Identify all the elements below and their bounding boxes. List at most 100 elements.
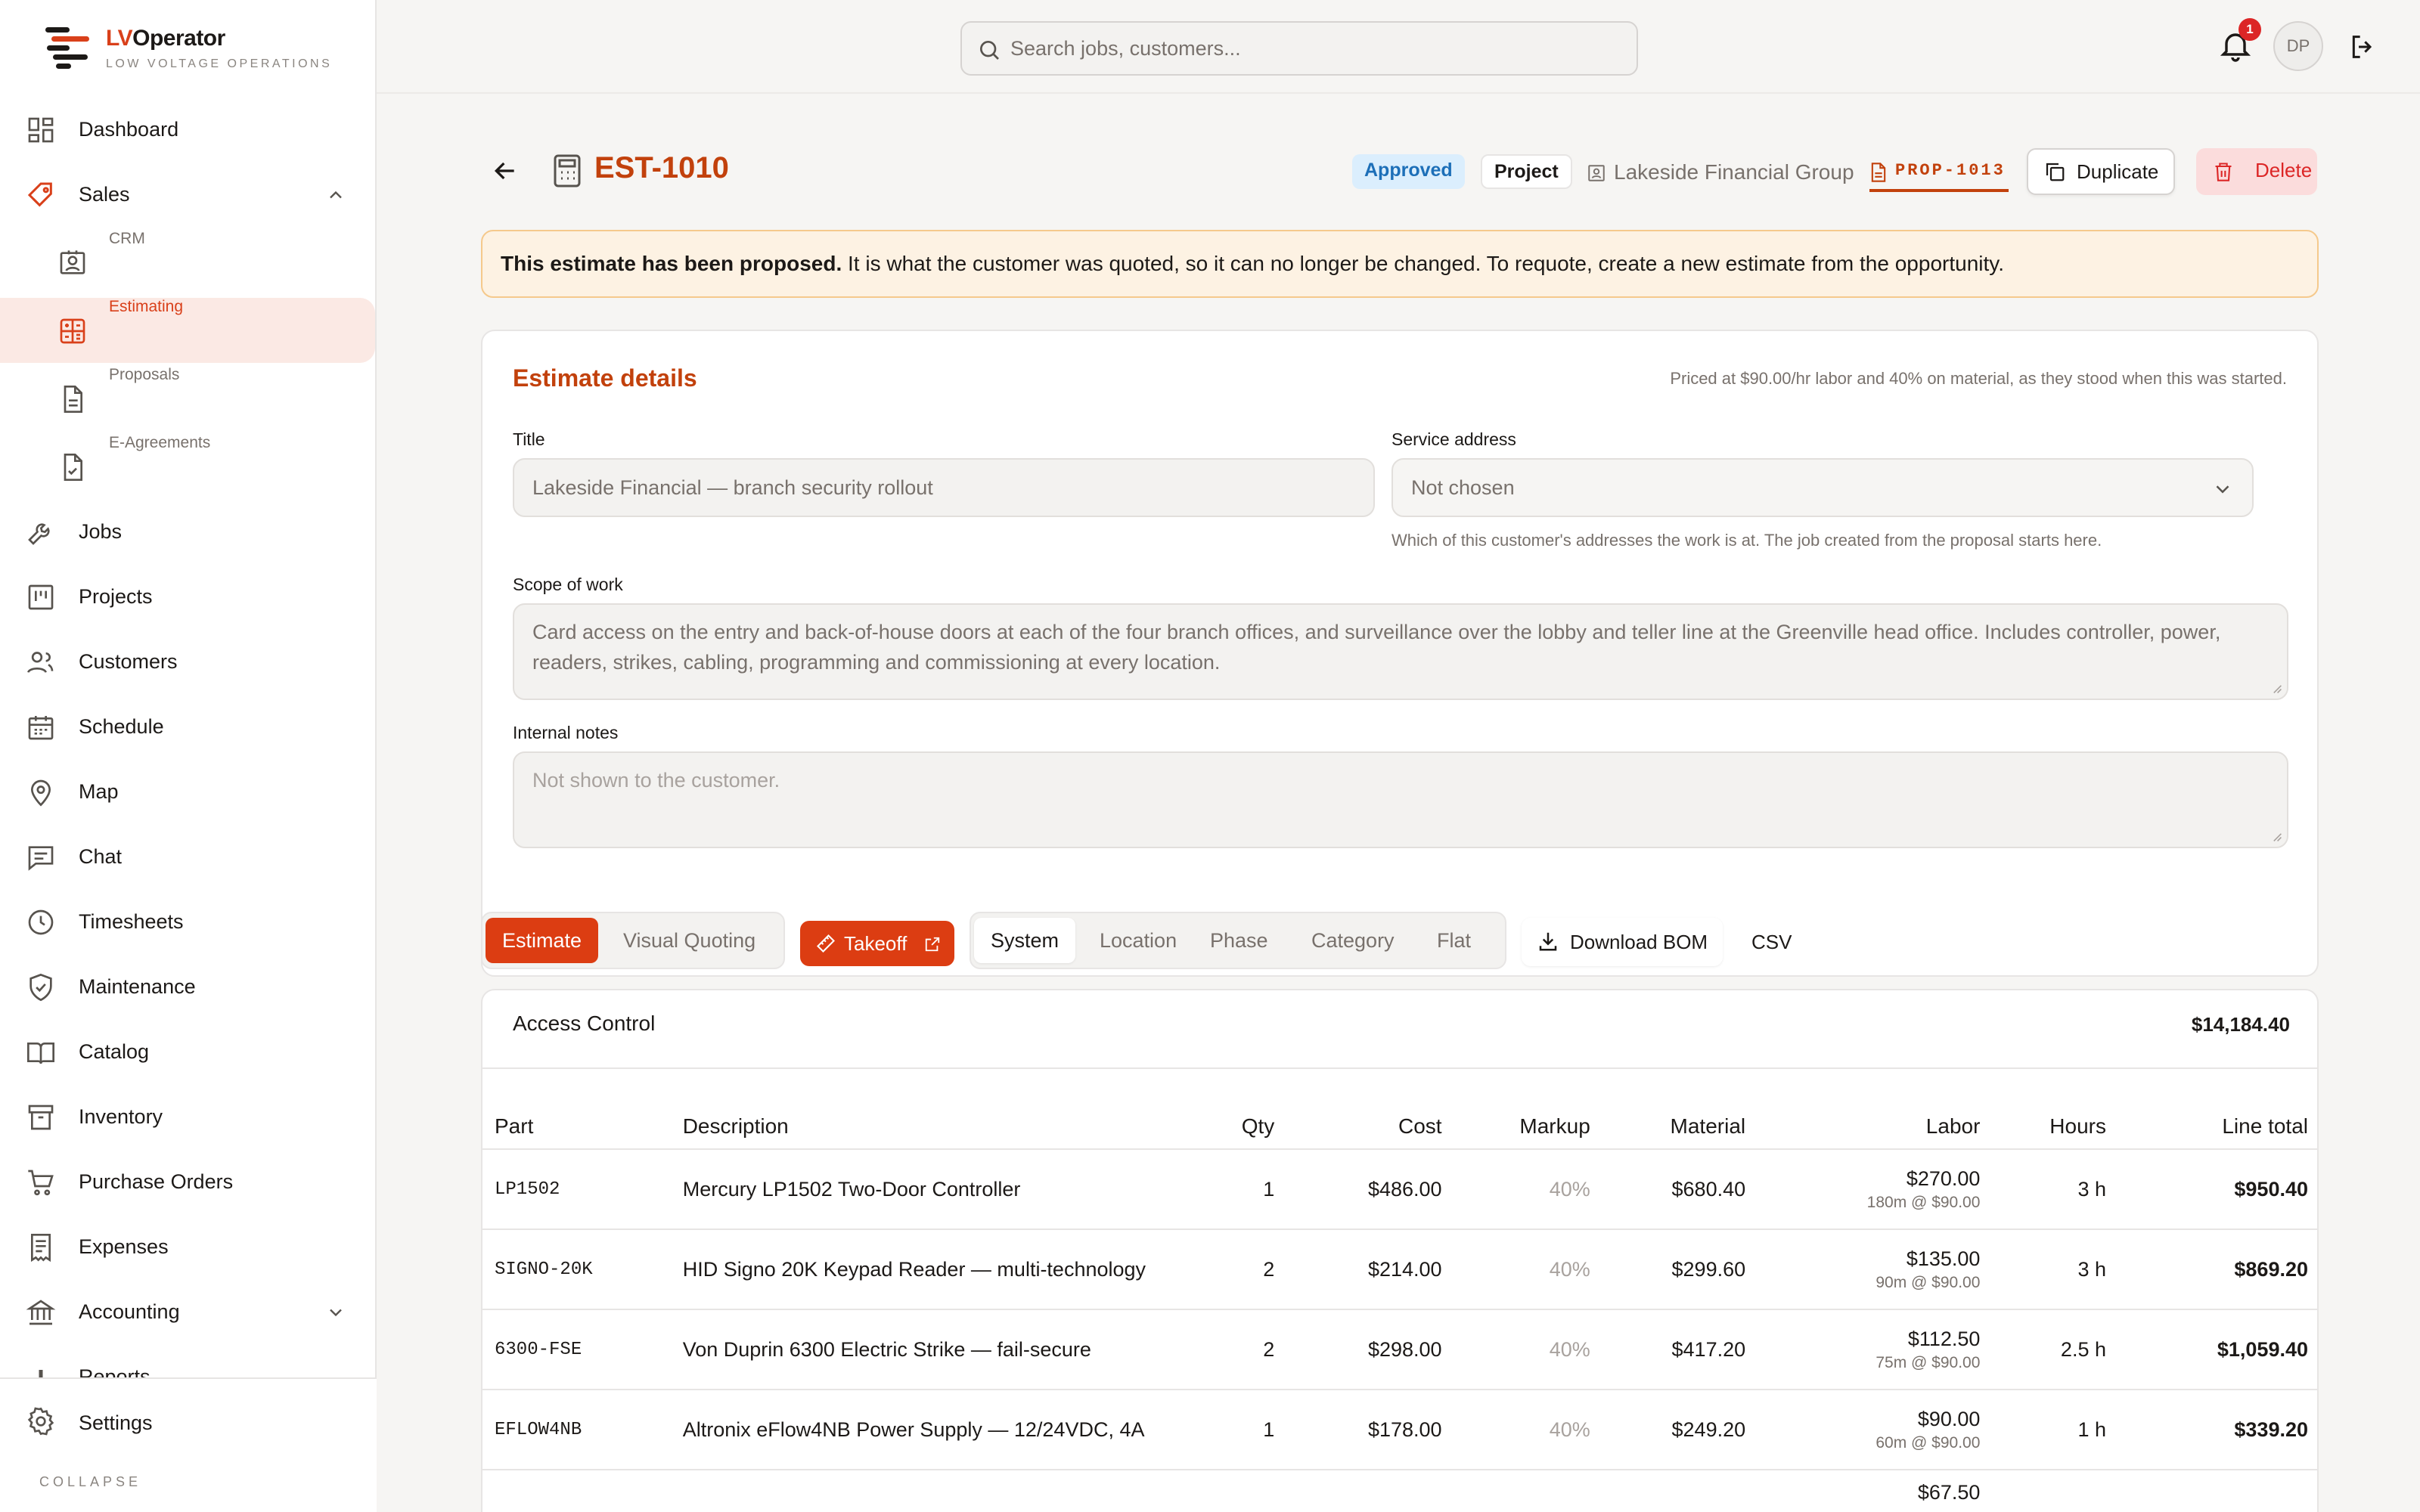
part-cell: EFLOW4NB: [482, 1390, 671, 1470]
tab-phase[interactable]: Phase: [1193, 918, 1285, 963]
tab-visual-quoting[interactable]: Visual Quoting: [607, 918, 772, 963]
chevron-down-icon: [2216, 485, 2229, 494]
csv-button[interactable]: CSV: [1751, 918, 1792, 966]
markup-cell: 40%: [1454, 1309, 1602, 1390]
system-header[interactable]: Access Control $14,184.40: [482, 990, 2317, 1069]
chevron-down-icon[interactable]: [325, 1302, 346, 1323]
internal-notes-textarea[interactable]: Not shown to the customer.: [513, 751, 2288, 848]
sidebar-item-map[interactable]: Map: [0, 759, 377, 824]
sidebar-item-sales[interactable]: Sales: [0, 162, 377, 227]
main-content: EST-1010 Approved Project Lakeside Finan…: [377, 94, 2420, 1512]
sidebar-item-expenses[interactable]: Expenses: [0, 1214, 377, 1279]
search-box[interactable]: [960, 21, 1638, 76]
download-icon: [1539, 932, 1557, 951]
qty-cell: 2: [1198, 1229, 1287, 1310]
logo[interactable]: LVOperator LOW VOLTAGE OPERATIONS: [45, 26, 348, 71]
labor-cell: $135.00 90m @ $90.00: [1758, 1229, 1993, 1310]
markup-cell: 40%: [1454, 1149, 1602, 1230]
proposal-link[interactable]: PROP-1013: [1869, 154, 2009, 192]
sidebar-item-label: Purchase Orders: [79, 1170, 234, 1193]
tab-location[interactable]: Location: [1083, 918, 1193, 963]
resize-grip-icon[interactable]: [2270, 830, 2282, 842]
material-cell: $249.20: [1602, 1390, 1758, 1470]
sidebar-nav: Dashboard Sales CRM Estimating Proposals…: [0, 97, 377, 1409]
download-bom-button[interactable]: Download BOM: [1522, 918, 1723, 966]
resize-grip-icon[interactable]: [2270, 682, 2282, 694]
title-label: Title: [513, 429, 545, 449]
back-arrow-icon[interactable]: [490, 156, 520, 186]
scope-textarea[interactable]: Card access on the entry and back-of-hou…: [513, 603, 2288, 700]
sidebar-item-accounting[interactable]: Accounting: [0, 1279, 377, 1344]
takeoff-button[interactable]: Takeoff: [800, 921, 954, 966]
duplicate-button[interactable]: Duplicate: [2027, 148, 2175, 195]
sidebar-item-label: Estimating: [109, 298, 184, 315]
status-badge: Approved: [1352, 154, 1465, 189]
cost-cell: $486.00: [1286, 1149, 1454, 1230]
labor-cell: $67.50: [1758, 1470, 1993, 1512]
app-name: LVOperator: [106, 26, 225, 51]
sidebar-item-settings[interactable]: Settings: [0, 1379, 377, 1467]
sidebar-item-label: Customers: [79, 649, 178, 673]
map-pin-icon: [30, 779, 51, 807]
search-icon: [980, 41, 999, 60]
ruler-icon: [817, 934, 835, 953]
labor-cell: $270.00 180m @ $90.00: [1758, 1149, 1993, 1230]
search-input[interactable]: [1010, 30, 1615, 67]
col-part: Part: [482, 1104, 671, 1150]
part-cell: LP1502: [482, 1149, 671, 1230]
sidebar-item-jobs[interactable]: Jobs: [0, 499, 377, 564]
line-items-table: Part Description Qty Cost Markup Materia…: [482, 1104, 2317, 1512]
sidebar-item-inventory[interactable]: Inventory: [0, 1084, 377, 1149]
tab-flat[interactable]: Flat: [1420, 918, 1488, 963]
material-cell: $299.60: [1602, 1229, 1758, 1310]
qty-cell: [1198, 1470, 1287, 1512]
delete-button[interactable]: Delete: [2196, 148, 2317, 195]
hours-cell: 3 h: [1992, 1149, 2118, 1230]
logout-icon[interactable]: [2347, 32, 2378, 62]
sidebar-item-purchase-orders[interactable]: Purchase Orders: [0, 1149, 377, 1214]
shield-check-icon: [29, 973, 52, 1002]
avatar[interactable]: DP: [2273, 21, 2323, 71]
title-field[interactable]: Lakeside Financial — branch security rol…: [513, 458, 1375, 517]
sidebar-item-schedule[interactable]: Schedule: [0, 694, 377, 759]
sidebar-item-projects[interactable]: Projects: [0, 564, 377, 629]
table-row[interactable]: SIGNO-20K HID Signo 20K Keypad Reader — …: [482, 1229, 2317, 1310]
labor-detail: 90m @ $90.00: [1876, 1273, 1981, 1291]
cost-cell: $214.00: [1286, 1229, 1454, 1310]
sidebar-item-maintenance[interactable]: Maintenance: [0, 954, 377, 1019]
tag-icon: [27, 182, 52, 207]
sidebar-item-dashboard[interactable]: Dashboard: [0, 97, 377, 162]
document-icon: [1871, 163, 1886, 182]
collapse-button[interactable]: COLLAPSE: [39, 1474, 141, 1490]
hours-cell: 1 h: [1992, 1390, 2118, 1470]
sidebar-item-label: Inventory: [79, 1105, 163, 1128]
cost-cell: $298.00: [1286, 1309, 1454, 1390]
service-address-select[interactable]: Not chosen: [1392, 458, 2254, 517]
col-cost: Cost: [1286, 1104, 1454, 1150]
tab-estimate[interactable]: Estimate: [486, 918, 599, 963]
table-row[interactable]: EFLOW4NB Altronix eFlow4NB Power Supply …: [482, 1390, 2317, 1470]
sidebar-item-timesheets[interactable]: Timesheets: [0, 889, 377, 954]
table-row[interactable]: $67.50: [482, 1470, 2317, 1512]
labor-amount: $67.50: [1917, 1481, 1981, 1504]
customer-link[interactable]: Lakeside Financial Group: [1587, 156, 1854, 189]
tab-category[interactable]: Category: [1295, 918, 1411, 963]
hours-cell: 3 h: [1992, 1229, 2118, 1310]
chevron-up-icon[interactable]: [325, 184, 346, 206]
sidebar-item-e-agreements[interactable]: E-Agreements: [0, 434, 377, 499]
sidebar-item-catalog[interactable]: Catalog: [0, 1019, 377, 1084]
wrench-icon: [28, 523, 50, 545]
cost-cell: $178.00: [1286, 1390, 1454, 1470]
sidebar-item-customers[interactable]: Customers: [0, 629, 377, 694]
labor-detail: 60m @ $90.00: [1876, 1433, 1981, 1452]
sidebar-item-estimating[interactable]: Estimating: [0, 298, 375, 363]
sidebar-item-crm[interactable]: CRM: [0, 230, 377, 295]
tab-system[interactable]: System: [974, 918, 1076, 963]
sidebar-item-proposals[interactable]: Proposals: [0, 366, 377, 431]
page-title: EST-1010: [594, 151, 729, 184]
sidebar: LVOperator LOW VOLTAGE OPERATIONS Dashbo…: [0, 0, 377, 1512]
table-row[interactable]: 6300-FSE Von Duprin 6300 Electric Strike…: [482, 1309, 2317, 1390]
table-row[interactable]: LP1502 Mercury LP1502 Two-Door Controlle…: [482, 1149, 2317, 1230]
sidebar-item-chat[interactable]: Chat: [0, 824, 377, 889]
labor-amount: $270.00: [1906, 1167, 1981, 1190]
